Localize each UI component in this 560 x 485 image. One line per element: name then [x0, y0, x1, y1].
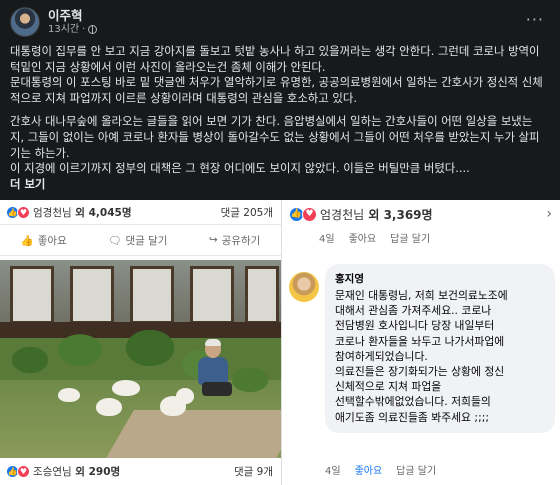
comment-button[interactable]: 🗨 댓글 달기: [108, 233, 167, 248]
post-photo[interactable]: [0, 260, 281, 458]
love-reaction-icon: ♥: [302, 206, 317, 222]
more-options-icon[interactable]: ›: [546, 206, 552, 222]
commenter-avatar[interactable]: [289, 272, 319, 302]
like-label: 좋아요: [37, 234, 67, 247]
right-screenshot-card: 👍 ♥ 엄경천님 외 3,369명 › 4일 좋아요 답글 달기 홍지영 문재인…: [283, 200, 560, 485]
dog-shape: [58, 388, 80, 402]
comment-meta: 4일 좋아요 답글 달기: [283, 228, 560, 246]
love-reaction-icon: ♥: [17, 205, 30, 219]
reaction-summary-bottom[interactable]: 👍 ♥ 조승연님 외 290명 댓글 9개: [0, 458, 281, 485]
see-more-link[interactable]: 더 보기: [10, 177, 45, 191]
comment-reply-link[interactable]: 답글 달기: [390, 230, 430, 245]
reaction-count[interactable]: 엄경천님 외 4,045명: [33, 205, 131, 220]
post-paragraph: 간호사 대나무숲에 올라오는 글들을 읽어 보면 기가 찬다. 음압병실에서 일…: [10, 114, 540, 160]
author-name[interactable]: 이주혁: [48, 8, 97, 23]
post-paragraph: 대통령이 집무를 안 보고 지금 강아지를 돌보고 텃밭 농사나 하고 있을꺼라…: [10, 44, 540, 74]
dog-shape: [96, 398, 122, 416]
left-screenshot-card: 👍 ♥ 엄경천님 외 4,045명 댓글 205개 👍 좋아요 🗨 댓글 달기 ↪ 공…: [0, 200, 282, 485]
comment-reply-link[interactable]: 답글 달기: [396, 462, 436, 477]
dog-shape: [112, 380, 140, 396]
comment-actions: 4일 좋아요 답글 달기: [325, 460, 436, 478]
post-paragraph: 문대통령의 이 포스팅 바로 밑 댓글엔 처우가 열악하기로 유명한, 공공의료…: [10, 75, 543, 105]
more-options-icon[interactable]: ···: [526, 10, 544, 29]
author-avatar[interactable]: [10, 7, 40, 37]
post-body: 대통령이 집무를 안 보고 지금 강아지를 돌보고 텃밭 농사나 하고 있을꺼라…: [10, 44, 546, 192]
share-button[interactable]: ↪ 공유하기: [209, 233, 260, 248]
dog-shape: [176, 388, 194, 404]
comment-label: 댓글 달기: [125, 234, 168, 247]
comment: 홍지영 문재인 대통령님, 저희 보건의료노조에 대해서 관심좀 가져주세요..…: [289, 264, 555, 433]
reactor-name: 조승연님: [33, 466, 72, 478]
post-paragraph: 이 지경에 이르기까지 정부의 대책은 그 현장 어디에도 보이지 않았다. 이…: [10, 161, 546, 177]
author-block: 이주혁 13시간 ·: [48, 8, 98, 36]
reaction-summary[interactable]: 👍 ♥ 엄경천님 외 4,045명 댓글 205개: [0, 200, 281, 224]
facebook-post: 이주혁 13시간 · ··· 대통령이 집무를 안 보고 지금 강아지를 돌보고…: [0, 0, 560, 200]
reaction-left: 👍 ♥ 엄경천님 외 4,045명: [6, 205, 131, 220]
thumbs-up-icon: 👍: [20, 234, 34, 247]
reaction-count-text: 외 4,045명: [71, 206, 132, 219]
comment-like-link[interactable]: 좋아요: [349, 230, 377, 245]
share-label: 공유하기: [221, 234, 261, 247]
comment-time[interactable]: 4일: [325, 462, 341, 477]
comment-like-link[interactable]: 좋아요: [355, 462, 383, 477]
post-header: 이주혁 13시간 · ···: [10, 6, 546, 38]
comment-count[interactable]: 댓글 9개: [234, 464, 273, 479]
post-paragraph-text: 이 지경에 이르기까지 정부의 대책은 그 현장 어디에도 보이지 않았다. 이…: [10, 161, 470, 176]
globe-icon: [88, 25, 98, 34]
share-arrow-icon: ↪: [208, 234, 218, 246]
comment-bubble: 홍지영 문재인 대통령님, 저희 보건의료노조에 대해서 관심좀 가져주세요..…: [325, 264, 555, 433]
reaction-count-text: 외 3,369명: [364, 207, 433, 222]
post-actions: 👍 좋아요 🗨 댓글 달기 ↪ 공유하기: [0, 224, 281, 256]
reaction-summary[interactable]: 👍 ♥ 엄경천님 외 3,369명 ›: [283, 200, 560, 228]
comment-count[interactable]: 댓글 205개: [221, 205, 273, 220]
like-button[interactable]: 👍 좋아요: [21, 233, 67, 248]
photo-plants: [0, 320, 281, 410]
person-shape: [196, 339, 232, 400]
reaction-count[interactable]: 조승연님 외 290명: [33, 464, 120, 479]
post-time[interactable]: 13시간 ·: [48, 23, 98, 36]
commenter-name[interactable]: 홍지영: [335, 271, 545, 286]
speech-bubble-icon: 🗨: [108, 234, 122, 247]
comment-time[interactable]: 4일: [319, 230, 335, 245]
reaction-count-text: 외 290명: [71, 466, 121, 478]
comment-text: 문재인 대통령님, 저희 보건의료노조에 대해서 관심좀 가져주세요.. 코로나…: [335, 289, 508, 424]
reaction-count[interactable]: 엄경천님 외 3,369명: [320, 206, 433, 223]
reactor-name: 엄경천님: [320, 207, 365, 222]
reactor-name: 엄경천님: [33, 206, 72, 219]
love-reaction-icon: ♥: [17, 465, 30, 478]
post-time-text[interactable]: 13시간: [48, 23, 79, 36]
